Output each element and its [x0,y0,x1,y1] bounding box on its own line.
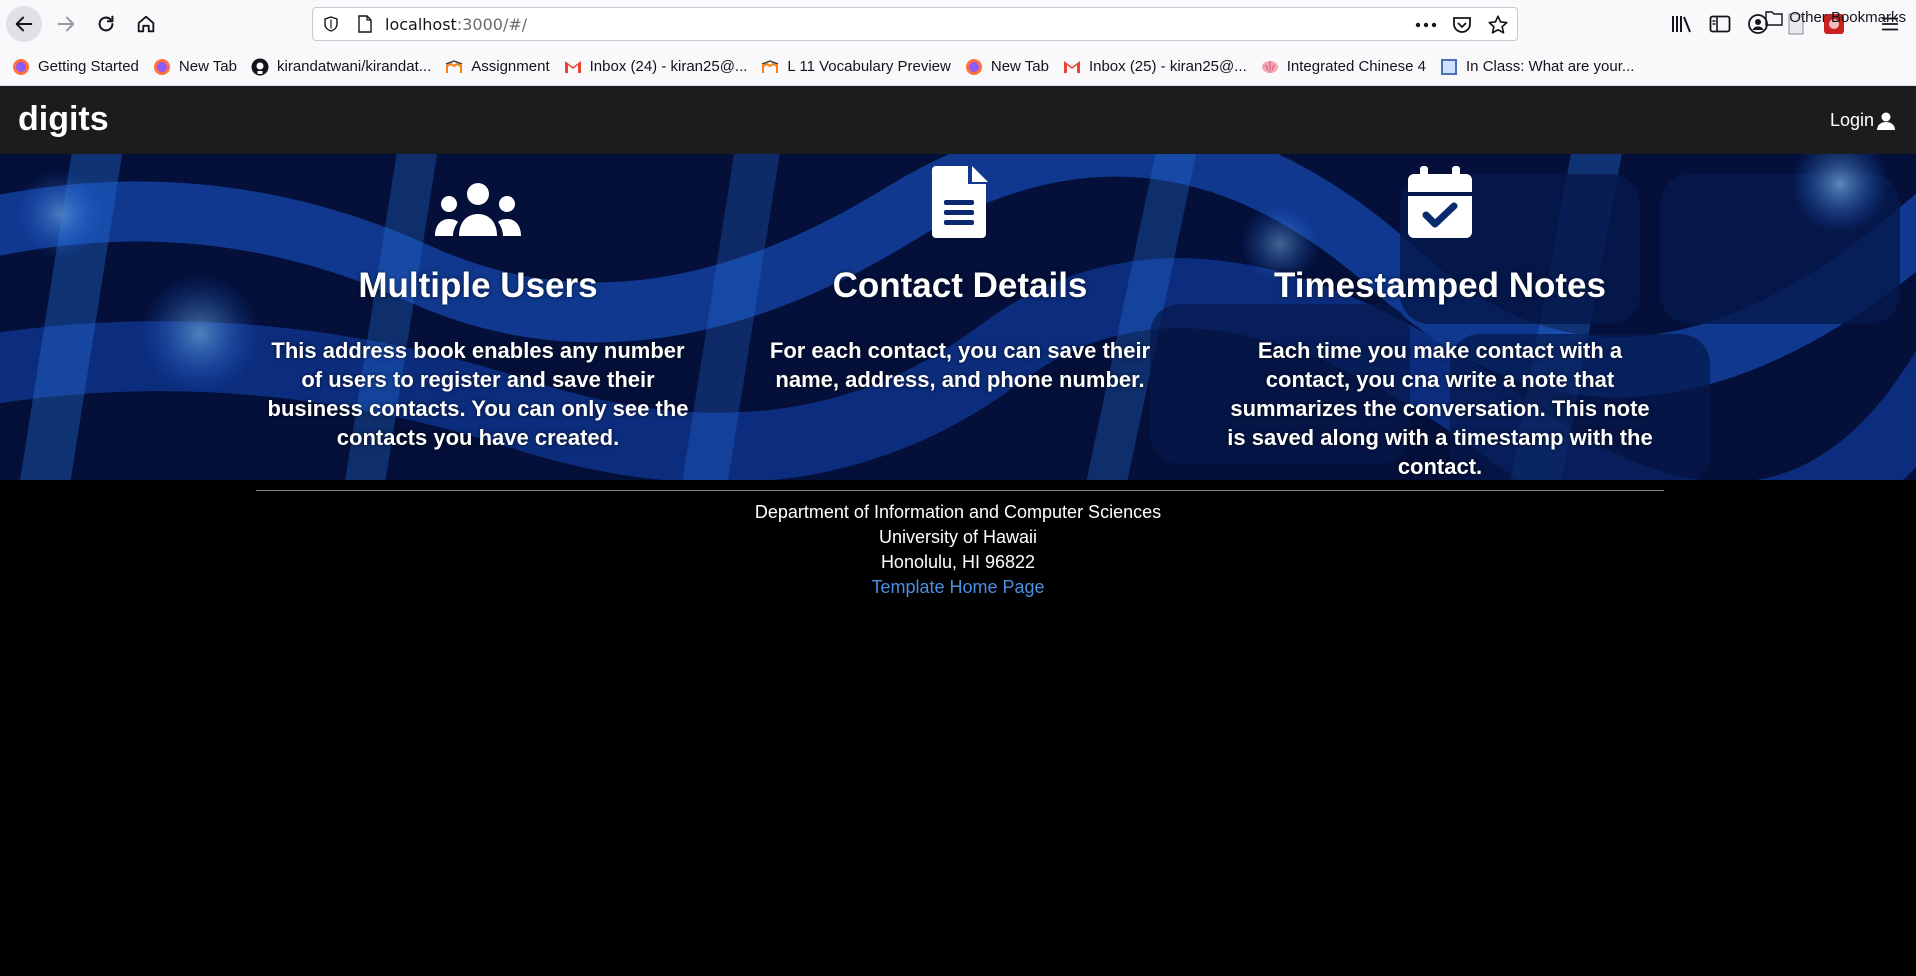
login-dropdown[interactable]: Login [1830,110,1896,131]
bookmarks-toolbar: Getting Started New Tab kirandatwani/kiran… [0,48,1916,86]
sidebar-icon[interactable] [1708,12,1732,36]
home-button[interactable] [128,6,164,42]
page-icon [1440,58,1458,76]
bookmark-item[interactable]: Inbox (25) - kiran25@... [1063,58,1247,76]
bookmark-item[interactable]: Getting Started [12,58,139,76]
feature-title: Timestamped Notes [1274,266,1606,305]
bookmark-label: Assignment [471,58,550,75]
browser-toolbar: localhost:3000/#/ [0,0,1916,48]
calendar-check-icon [1408,166,1472,238]
bookmark-item[interactable]: kirandatwani/kirandat... [251,58,431,76]
feature-timestamped-notes: Timestamped Notes Each time you make con… [1220,154,1660,480]
bookmark-label: Getting Started [38,58,139,75]
url-path: :3000/#/ [456,15,528,34]
footer-divider [256,490,1664,491]
other-bookmarks-label: Other Bookmarks [1789,9,1906,26]
footer-department: Department of Information and Computer S… [754,502,1162,522]
firefox-icon [153,58,171,76]
app-navbar: digits Login [0,86,1916,154]
bookmark-item[interactable]: Inbox (24) - kiran25@... [564,58,748,76]
bookmark-label: kirandatwani/kirandat... [277,58,432,75]
bookmark-label: Inbox (24) - kiran25@... [589,58,748,75]
bookmark-item[interactable]: L 11 Vocabulary Preview [761,58,951,76]
firefox-icon [12,58,30,76]
url-host: localhost [385,15,457,34]
template-home-page-link[interactable]: Template Home Page [871,577,1044,597]
gmail-icon [1063,58,1081,76]
other-bookmarks[interactable]: Other Bookmarks [1765,9,1906,26]
login-label: Login [1829,110,1874,130]
feature-contact-details: Contact Details For each contact, you ca… [740,154,1180,394]
pocket-icon[interactable] [1451,14,1473,36]
feature-description: Each time you make contact with a contac… [1227,338,1653,479]
file-text-icon [932,166,988,238]
bookmark-item[interactable]: Integrated Chinese 4 [1261,58,1426,76]
feature-multiple-users: Multiple Users This address book enables… [258,154,698,452]
forward-button[interactable] [48,6,84,42]
reload-icon [98,15,114,32]
back-arrow-icon [15,16,33,32]
feature-title: Multiple Users [358,266,598,305]
footer: Department of Information and Computer S… [0,500,1916,600]
moodle-icon [445,58,463,76]
bookmark-item[interactable]: In Class: What are your... [1440,58,1634,76]
user-icon [1877,112,1895,130]
bookmark-label: New Tab [990,58,1049,75]
moodle-icon [761,58,779,76]
brand-logo[interactable]: digits [18,100,109,139]
hero-section: Multiple Users This address book enables… [0,154,1916,480]
bookmark-label: Inbox (25) - kiran25@... [1088,58,1247,75]
back-button[interactable] [6,6,42,42]
folder-icon [1765,10,1783,26]
star-icon[interactable] [1487,14,1509,36]
users-icon [435,183,521,236]
shield-icon[interactable] [323,16,339,32]
gmail-icon [564,58,582,76]
firefox-icon [965,58,983,76]
bookmark-item[interactable]: New Tab [153,58,237,76]
footer-address: Honolulu, HI 96822 [880,552,1036,572]
bookmark-label: New Tab [178,58,237,75]
bookmark-item[interactable]: Assignment [445,58,550,76]
page-icon [358,15,372,33]
url-bar[interactable]: localhost:3000/#/ [312,7,1518,41]
feature-description: For each contact, you can save their nam… [769,338,1151,392]
bookmark-label: L 11 Vocabulary Preview [787,58,951,75]
feature-description: This address book enables any number of … [267,338,689,450]
github-icon [251,58,269,76]
more-icon[interactable] [1415,14,1437,36]
bookmark-label: Integrated Chinese 4 [1286,58,1427,75]
feature-title: Contact Details [832,266,1088,305]
bookmark-label: In Class: What are your... [1466,58,1635,75]
reload-button[interactable] [88,6,124,42]
home-icon [137,15,155,33]
url-text[interactable]: localhost:3000/#/ [385,15,527,34]
footer-university: University of Hawaii [878,527,1038,547]
library-icon[interactable] [1670,12,1694,36]
forward-arrow-icon [57,16,75,32]
bookmark-item[interactable]: New Tab [965,58,1049,76]
brain-icon [1261,58,1279,76]
